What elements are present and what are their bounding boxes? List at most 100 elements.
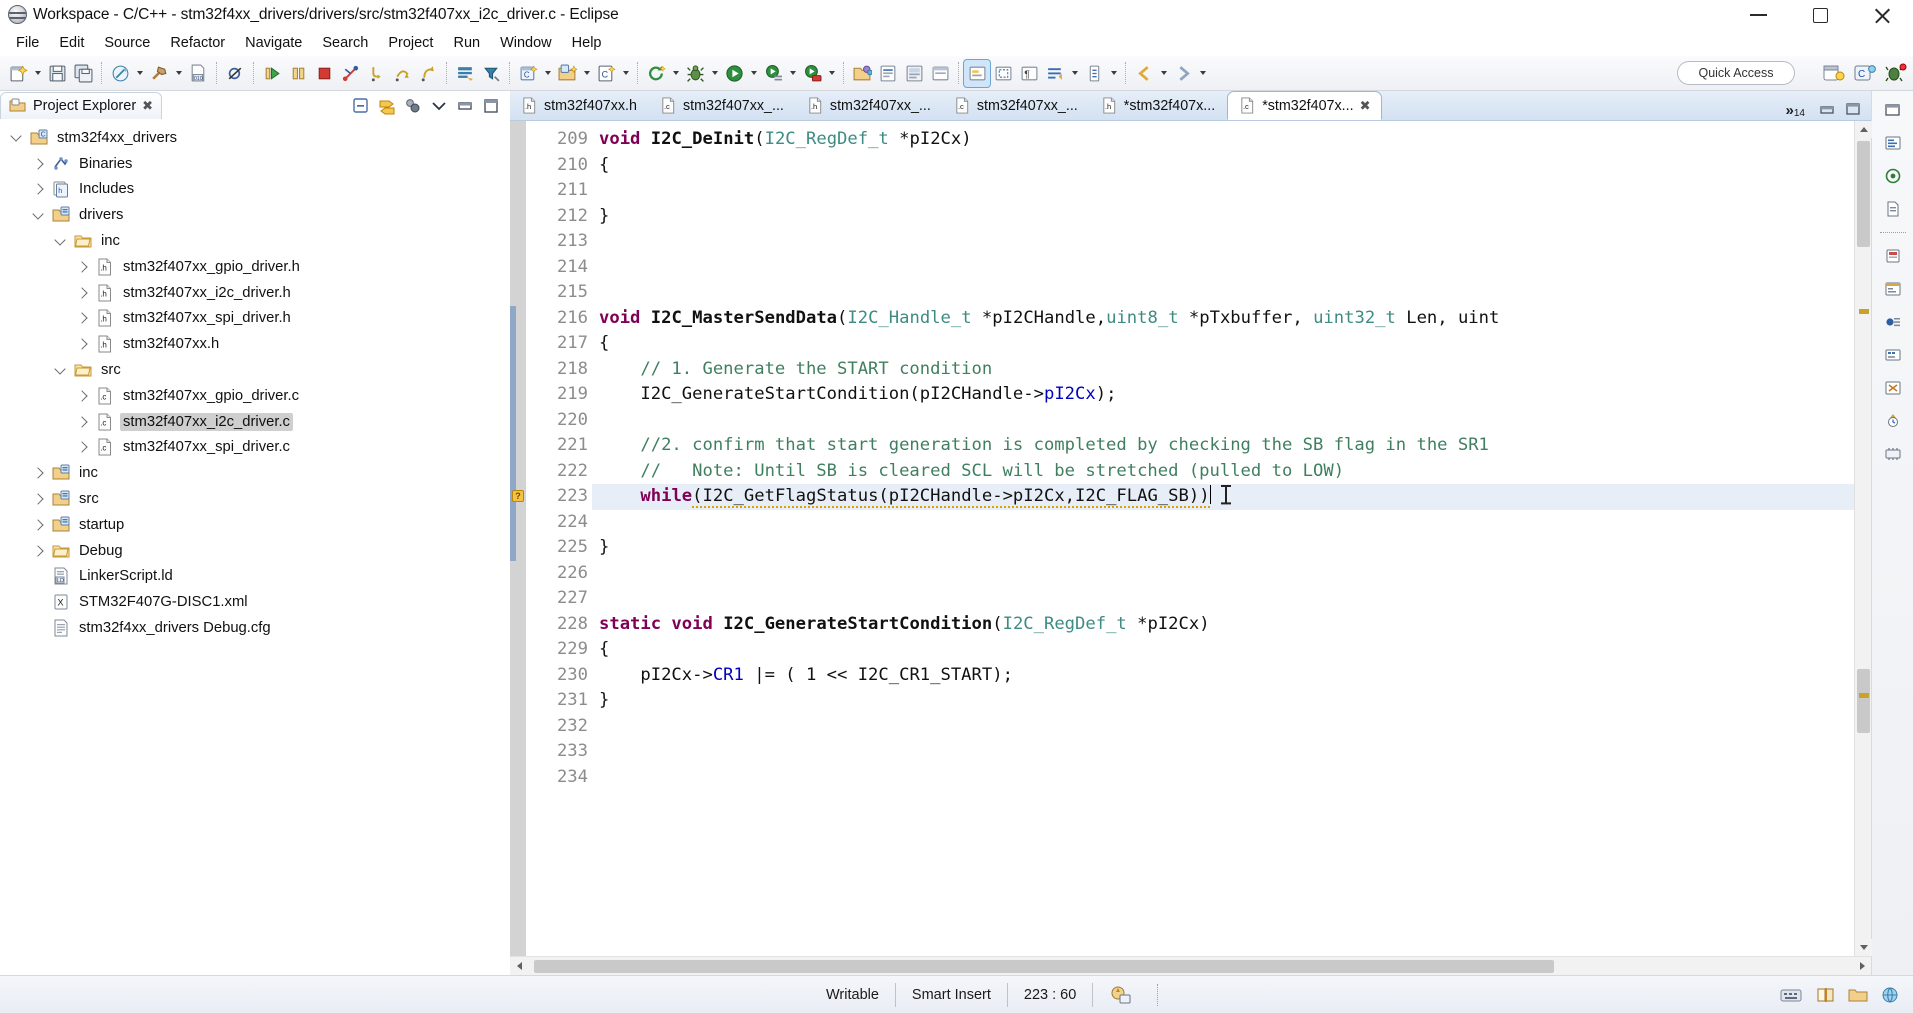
chevron-right-icon[interactable] bbox=[30, 493, 46, 505]
expressions-view-icon[interactable] bbox=[1879, 375, 1907, 401]
code-line[interactable] bbox=[592, 586, 1854, 612]
variables-view-icon[interactable] bbox=[1879, 276, 1907, 302]
breakpoints-view-icon[interactable] bbox=[1879, 309, 1907, 335]
editor-horizontal-scrollbar[interactable] bbox=[510, 956, 1871, 975]
code-line[interactable] bbox=[592, 561, 1854, 587]
cpp-perspective-button[interactable]: C bbox=[1851, 60, 1878, 86]
tree-item[interactable]: h Includes bbox=[8, 177, 509, 203]
tree-item[interactable]: src bbox=[8, 486, 509, 512]
chevron-right-icon[interactable] bbox=[74, 287, 90, 299]
run-last-tool-dropdown-arrow-icon[interactable] bbox=[825, 60, 838, 87]
tree-item[interactable]: stm32f4xx_drivers Debug.cfg bbox=[8, 615, 509, 641]
next-annotation-button[interactable] bbox=[1081, 60, 1107, 87]
tree-item[interactable]: .h stm32f407xx_i2c_driver.h bbox=[8, 280, 509, 306]
code-line[interactable]: { bbox=[592, 153, 1854, 179]
refresh-button[interactable] bbox=[643, 60, 669, 87]
menu-navigate[interactable]: Navigate bbox=[235, 33, 312, 53]
tree-item[interactable]: .c stm32f407xx_spi_driver.c bbox=[8, 435, 509, 461]
skip-breakpoints-button[interactable] bbox=[222, 60, 248, 87]
tree-item[interactable]: Cstm32f4xx_drivers bbox=[8, 125, 509, 151]
overview-marker-warning[interactable] bbox=[1859, 309, 1869, 314]
chevron-right-icon[interactable] bbox=[74, 441, 90, 454]
build-all-button[interactable] bbox=[107, 60, 133, 87]
code-line[interactable] bbox=[592, 178, 1854, 204]
open-element-button[interactable] bbox=[452, 60, 478, 87]
maximize-window-button[interactable] bbox=[1789, 0, 1851, 30]
new-cpp-project-button[interactable] bbox=[554, 60, 580, 87]
source-code-text[interactable]: void I2C_DeInit(I2C_RegDef_t *pI2Cx){} vo… bbox=[592, 121, 1854, 956]
suspend-button[interactable] bbox=[285, 60, 311, 87]
maximize-view-button[interactable] bbox=[479, 95, 503, 117]
forward-dropdown-arrow-icon[interactable] bbox=[1196, 60, 1209, 87]
link-editor-button[interactable] bbox=[375, 95, 399, 117]
code-line[interactable]: // 1. Generate the START condition bbox=[592, 357, 1854, 383]
new-c-class-button[interactable]: C bbox=[593, 60, 619, 87]
horizontal-scroll-thumb[interactable] bbox=[534, 959, 1554, 973]
chevron-right-icon[interactable] bbox=[30, 158, 46, 170]
folder-status-icon[interactable] bbox=[1847, 985, 1869, 1005]
tree-item[interactable]: inc bbox=[8, 228, 509, 254]
open-perspective-button[interactable] bbox=[1820, 60, 1847, 86]
code-line[interactable] bbox=[592, 714, 1854, 740]
editor-tab-overflow[interactable]: » 14 bbox=[1782, 102, 1813, 120]
overview-marker-warning-2[interactable] bbox=[1859, 693, 1869, 698]
code-line[interactable]: pI2Cx->CR1 |= ( 1 << I2C_CR1_START); bbox=[592, 663, 1854, 689]
resume-button[interactable] bbox=[259, 60, 285, 87]
horizontal-scroll-track[interactable] bbox=[528, 959, 1853, 973]
editor-tab[interactable]: .c stm32f407xx_... bbox=[943, 91, 1090, 120]
menu-file[interactable]: File bbox=[6, 33, 49, 53]
vertical-scroll-thumb-lower[interactable] bbox=[1857, 669, 1870, 733]
code-line[interactable]: } bbox=[592, 204, 1854, 230]
step-over-button[interactable] bbox=[389, 60, 415, 87]
code-line[interactable] bbox=[592, 739, 1854, 765]
code-line[interactable]: static void I2C_GenerateStartCondition(I… bbox=[592, 612, 1854, 638]
chevron-right-icon[interactable] bbox=[74, 338, 90, 350]
menu-help[interactable]: Help bbox=[562, 33, 612, 53]
collapse-all-button[interactable] bbox=[349, 95, 373, 117]
documents-view-icon[interactable] bbox=[1879, 196, 1907, 222]
memory-view-icon[interactable] bbox=[1879, 441, 1907, 467]
chevron-down-icon[interactable] bbox=[8, 130, 24, 143]
run-last-tool-button[interactable] bbox=[799, 60, 825, 87]
build-targets-view-icon[interactable] bbox=[1879, 163, 1907, 189]
debug-button[interactable] bbox=[682, 60, 708, 87]
code-line[interactable]: while(I2C_GetFlagStatus(pI2CHandle->pI2C… bbox=[592, 484, 1854, 510]
chevron-right-icon[interactable] bbox=[74, 312, 90, 325]
warning-marker-icon[interactable]: ? bbox=[512, 490, 524, 502]
scroll-right-button[interactable] bbox=[1853, 957, 1871, 975]
chevron-right-icon[interactable] bbox=[74, 390, 90, 402]
tree-item[interactable]: src bbox=[8, 357, 509, 383]
menu-project[interactable]: Project bbox=[378, 33, 443, 53]
chevron-right-icon[interactable] bbox=[74, 415, 90, 428]
code-line[interactable] bbox=[592, 510, 1854, 536]
tree-item[interactable]: drivers bbox=[8, 202, 509, 228]
code-line[interactable]: } bbox=[592, 535, 1854, 561]
tab-project-explorer[interactable]: Project Explorer ✖ bbox=[0, 92, 163, 119]
run-button[interactable] bbox=[721, 60, 747, 87]
peripherals-view-icon[interactable] bbox=[1879, 408, 1907, 434]
open-type-button[interactable] bbox=[875, 60, 901, 87]
new-c-project-dropdown-arrow-icon[interactable] bbox=[541, 60, 554, 87]
new-window-button[interactable] bbox=[927, 60, 953, 87]
minimize-view-button[interactable] bbox=[453, 95, 477, 117]
save-all-button[interactable] bbox=[70, 60, 96, 87]
chevron-right-icon[interactable] bbox=[30, 544, 46, 557]
quick-access-input[interactable]: Quick Access bbox=[1677, 61, 1795, 85]
focus-task-button[interactable] bbox=[401, 95, 425, 117]
code-line[interactable]: void I2C_DeInit(I2C_RegDef_t *pI2Cx) bbox=[592, 127, 1854, 153]
code-line[interactable] bbox=[592, 408, 1854, 434]
editor-marker-ruler[interactable]: ? bbox=[510, 121, 526, 956]
save-button[interactable] bbox=[44, 60, 70, 87]
code-line[interactable]: void I2C_MasterSendData(I2C_Handle_t *pI… bbox=[592, 306, 1854, 332]
globe-status-icon[interactable] bbox=[1879, 985, 1901, 1005]
menu-source[interactable]: Source bbox=[94, 33, 160, 53]
tree-item[interactable]: X STM32F407G-DISC1.xml bbox=[8, 589, 509, 615]
tree-item[interactable]: .c stm32f407xx_i2c_driver.c bbox=[8, 409, 509, 435]
debug-view-icon[interactable] bbox=[1879, 243, 1907, 269]
tree-item[interactable]: Debug bbox=[8, 538, 509, 564]
back-dropdown-arrow-icon[interactable] bbox=[1157, 60, 1170, 87]
menu-run[interactable]: Run bbox=[443, 33, 490, 53]
next-annotation-dropdown-arrow-icon[interactable] bbox=[1107, 60, 1120, 87]
chevron-right-icon[interactable] bbox=[74, 261, 90, 273]
close-icon[interactable]: ✖ bbox=[142, 98, 153, 114]
